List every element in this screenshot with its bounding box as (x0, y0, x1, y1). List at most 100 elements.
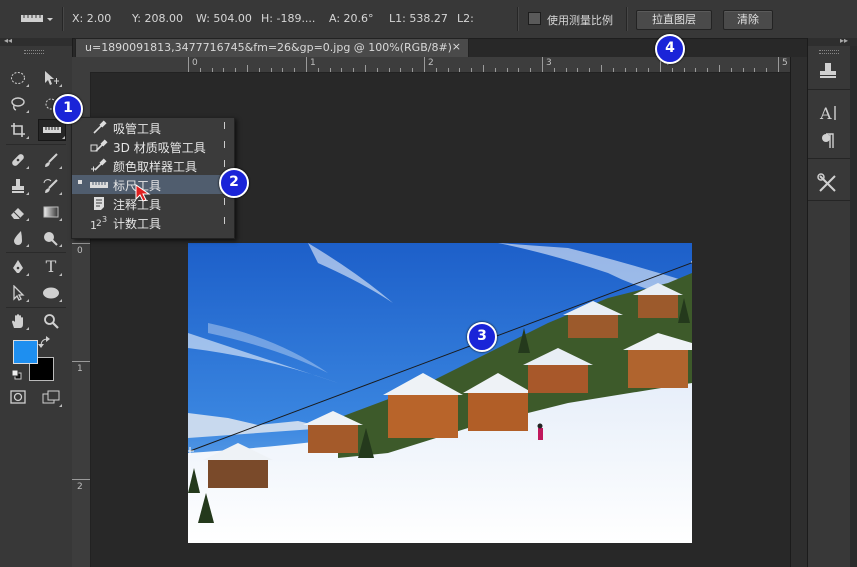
menu-item-count[interactable]: 123 计数工具 I (72, 213, 234, 232)
dock-collapse-bar[interactable]: ▸▸ (808, 36, 857, 46)
menu-item-label: 颜色取样器工具 (113, 160, 198, 174)
step-badge-1: 1 (53, 94, 83, 124)
ruler-label: 0 (77, 246, 83, 256)
character-panel-button[interactable]: A (816, 102, 840, 124)
ruler-label: 1 (77, 364, 83, 374)
tool-preset-picker[interactable] (20, 12, 56, 26)
ruler-label: 0 (192, 58, 198, 68)
menu-item-label: 吸管工具 (113, 122, 162, 136)
ruler-origin[interactable] (72, 57, 90, 72)
eraser-icon (11, 208, 24, 219)
toolbar-grip[interactable] (24, 50, 44, 54)
chevron-down-icon (47, 18, 53, 21)
count-icon: 123 (90, 215, 107, 230)
eraser-tool[interactable] (7, 202, 29, 222)
svg-text:3: 3 (102, 215, 107, 224)
screen-mode-button[interactable] (40, 388, 62, 408)
marquee-tool[interactable] (7, 68, 29, 88)
right-panel-dock: ▸▸ A (807, 36, 857, 567)
dodge-tool[interactable] (40, 228, 62, 248)
default-colors-icon[interactable] (11, 369, 22, 380)
l1-readout: L1: 538.27 (389, 12, 448, 25)
color-sampler-icon (91, 158, 107, 172)
gradient-tool[interactable] (40, 202, 62, 222)
type-icon: T (45, 257, 57, 276)
brush-tool[interactable] (40, 150, 62, 170)
menu-item-color-sampler[interactable]: 颜色取样器工具 I (72, 156, 234, 175)
ellipse-tool[interactable] (40, 283, 62, 303)
type-tool[interactable]: T (40, 257, 62, 277)
toolbar-collapse-bar[interactable]: ◂◂ (0, 36, 72, 46)
clear-button[interactable]: 清除 (723, 10, 773, 30)
tool-presets-panel-button[interactable] (816, 172, 840, 194)
ruler-label: 2 (428, 58, 434, 68)
shortcut-key: I (223, 140, 226, 151)
collapse-icon: ◂◂ (4, 36, 13, 45)
step-badge-2: 2 (219, 168, 249, 198)
ruler-label: 3 (546, 58, 552, 68)
use-measurement-scale-checkbox[interactable] (528, 12, 541, 25)
ruler-icon (43, 127, 61, 133)
straighten-layer-button[interactable]: 拉直图层 (636, 10, 712, 30)
magnifier-icon (44, 314, 59, 329)
panel-dock-gutter (790, 57, 807, 567)
quick-mask-button[interactable] (7, 388, 29, 408)
horizontal-ruler[interactable]: 0 1 2 3 4 5 (90, 57, 790, 73)
eyedropper-icon (93, 120, 107, 134)
document-tab-title: u=1890091813,3477716745&fm=26&gp=0.jpg @… (85, 41, 452, 54)
history-brush-icon (43, 179, 58, 193)
path-selection-tool[interactable] (7, 283, 29, 303)
move-tool[interactable] (40, 68, 62, 88)
stamp-icon (12, 179, 24, 193)
blur-drop-icon (14, 231, 22, 245)
clone-stamp-tool[interactable] (7, 176, 29, 196)
zoom-tool[interactable] (40, 311, 62, 331)
foreground-color-swatch[interactable] (13, 340, 38, 364)
history-brush-tool[interactable] (40, 176, 62, 196)
tools-icon (817, 173, 836, 192)
step-badge-4: 4 (655, 34, 685, 64)
crop-tool[interactable] (7, 120, 29, 140)
ruler-icon (90, 182, 108, 188)
hand-tool[interactable] (7, 311, 29, 331)
menu-item-3d-eyedropper[interactable]: 3D 材质吸管工具 I (72, 137, 234, 156)
document-tab[interactable]: u=1890091813,3477716745&fm=26&gp=0.jpg @… (75, 38, 469, 57)
arrow-cursor-icon (13, 285, 25, 301)
pen-icon (13, 260, 23, 273)
svg-text:A: A (819, 104, 832, 123)
shortcut-key: I (223, 121, 226, 132)
gradient-icon (43, 206, 59, 218)
ruler-icon (21, 15, 53, 22)
svg-text:2: 2 (96, 219, 102, 229)
lasso-tool[interactable] (7, 94, 29, 114)
tool-flyout-menu: 吸管工具 I 3D 材质吸管工具 I 颜色取样器工具 I 标尺工具 I 注释工具… (71, 117, 235, 239)
close-tab-icon[interactable]: × (452, 40, 461, 53)
menu-item-eyedropper[interactable]: 吸管工具 I (72, 118, 234, 137)
pen-tool[interactable] (7, 257, 29, 277)
ruler-label: 5 (782, 58, 788, 68)
h-readout: H: -189.... (261, 12, 316, 25)
mouse-cursor-icon (135, 184, 151, 202)
options-bar: X: 2.00 Y: 208.00 W: 504.00 H: -189.... … (0, 0, 857, 39)
hand-icon (12, 314, 23, 328)
note-icon (94, 197, 104, 210)
character-icon: A (819, 104, 836, 123)
menu-item-label: 3D 材质吸管工具 (113, 141, 206, 155)
3d-eyedropper-icon (90, 139, 108, 152)
ruler-label: 1 (310, 58, 316, 68)
shortcut-key: I (223, 159, 226, 170)
photo-ski-resort[interactable] (188, 243, 692, 543)
y-readout: Y: 208.00 (132, 12, 183, 25)
healing-brush-tool[interactable] (7, 150, 29, 170)
stamp-icon (820, 63, 836, 78)
ruler-label: 2 (77, 482, 83, 492)
swap-colors-icon[interactable] (38, 336, 52, 348)
active-bullet-icon (78, 180, 82, 184)
move-icon (45, 71, 59, 85)
brush-icon (45, 153, 58, 167)
paragraph-panel-button[interactable] (816, 130, 840, 152)
clone-source-panel-button[interactable] (816, 60, 840, 82)
blur-tool[interactable] (7, 228, 29, 248)
shortcut-key: I (223, 216, 226, 227)
crop-icon (11, 123, 25, 137)
